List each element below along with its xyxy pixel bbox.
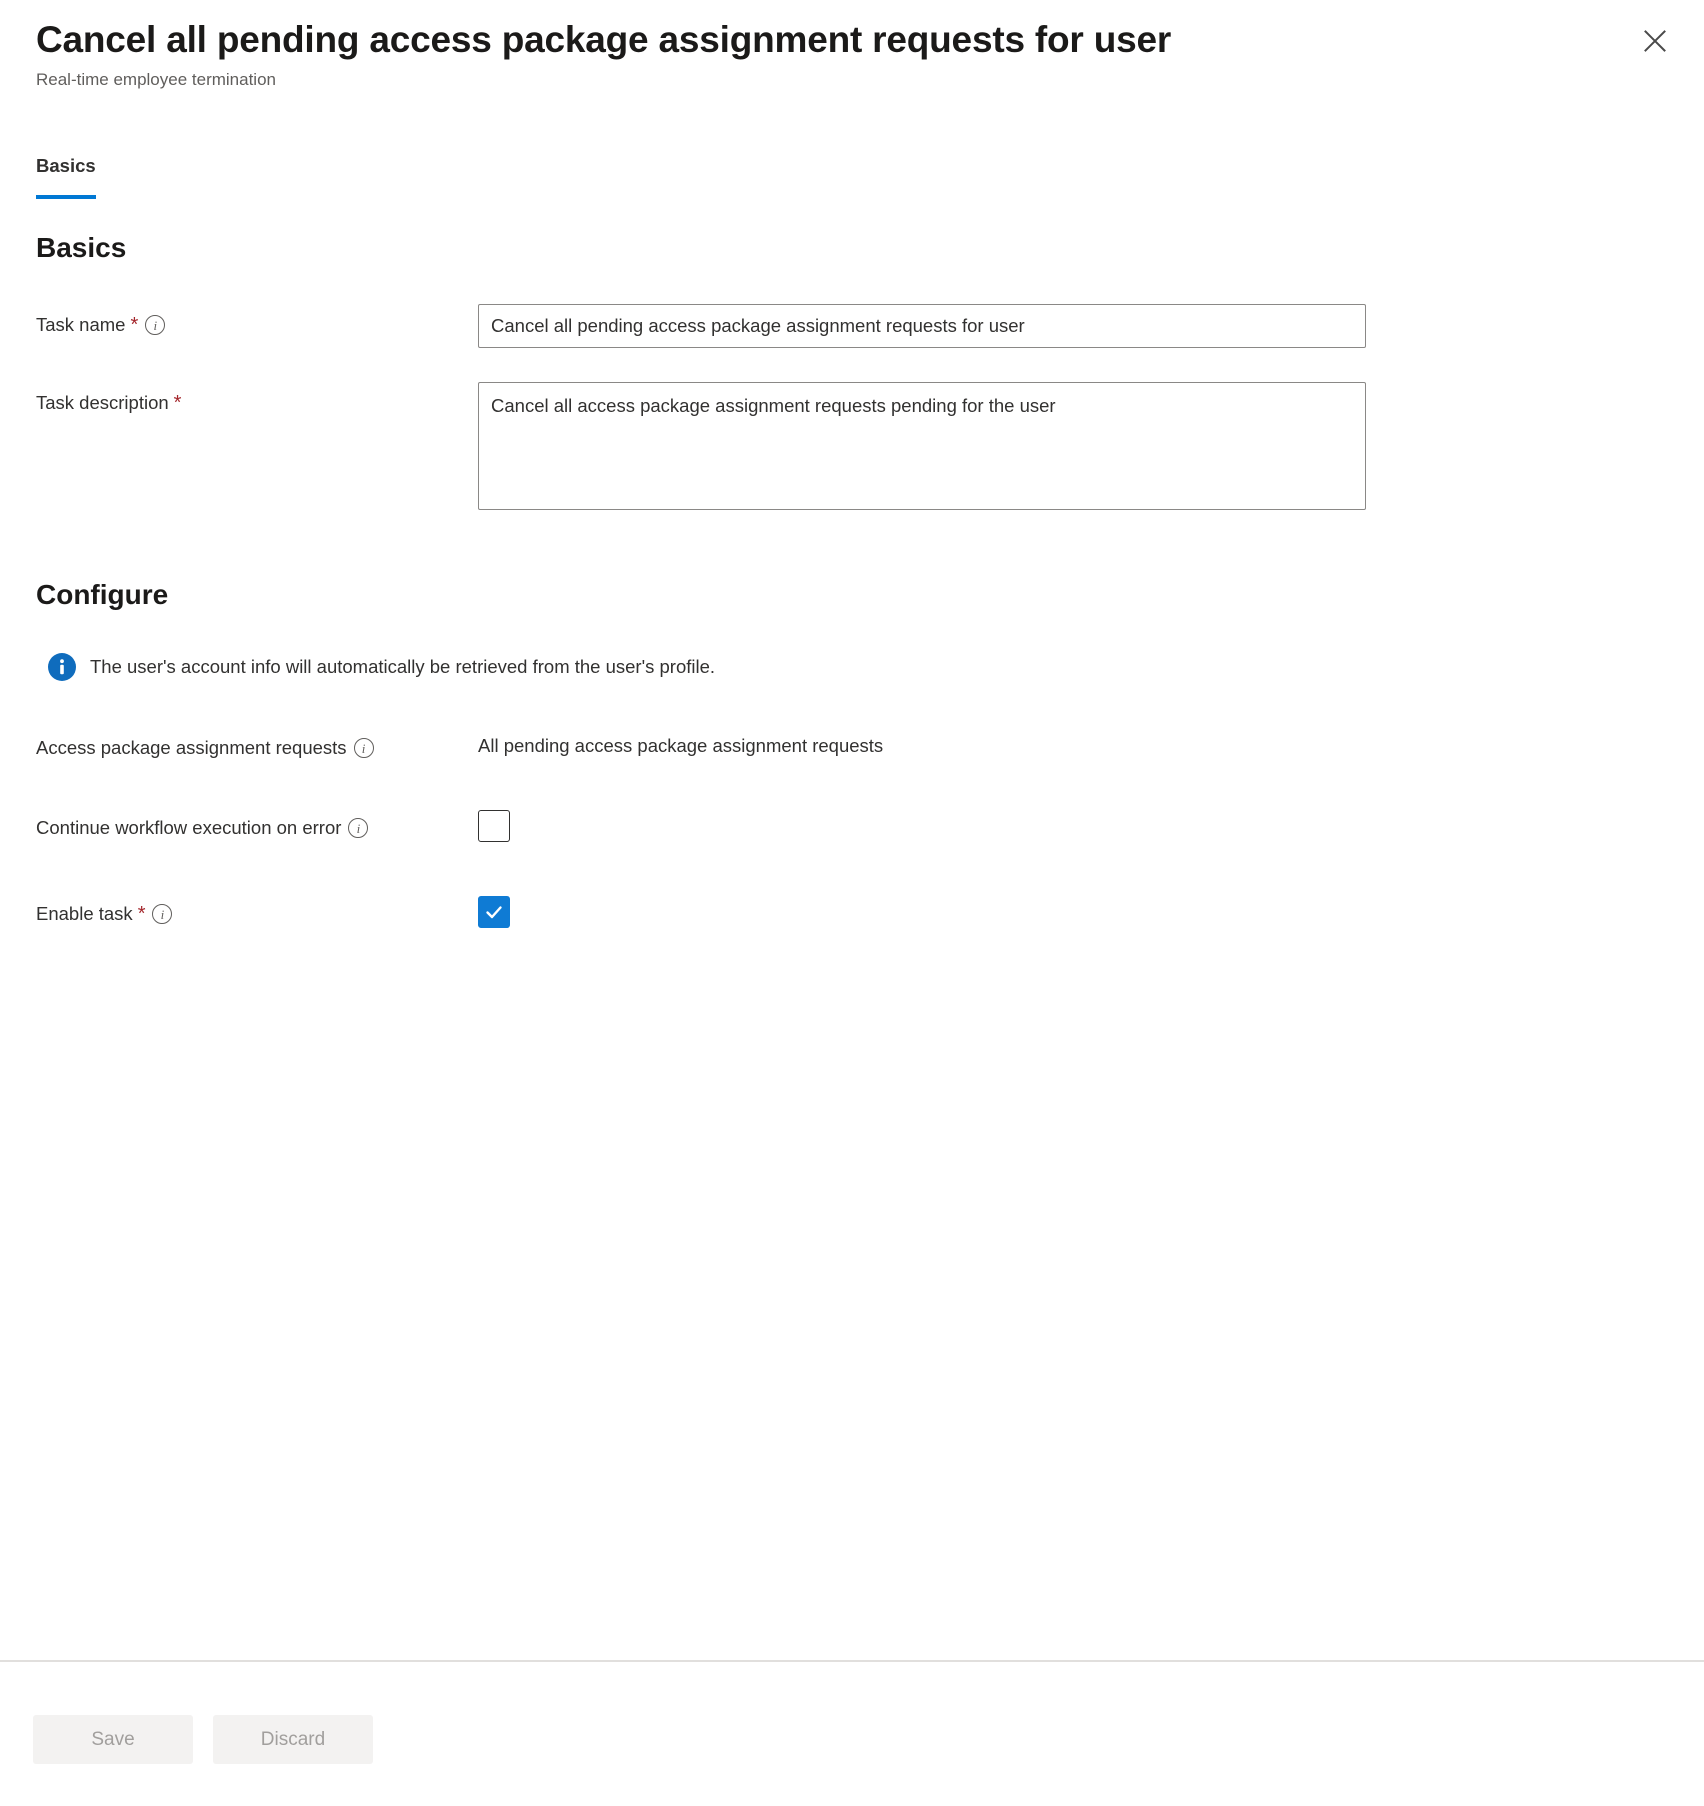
task-description-label: Task description * [36, 382, 478, 416]
enable-task-label: Enable task * i [36, 893, 478, 927]
required-asterisk: * [130, 314, 139, 336]
close-button[interactable] [1632, 18, 1678, 64]
info-message-text: The user's account info will automatical… [90, 656, 716, 677]
continue-on-error-label-text: Continue workflow execution on error [36, 817, 342, 838]
info-filled-icon [48, 653, 76, 681]
continue-on-error-label: Continue workflow execution on error i [36, 807, 478, 841]
close-icon [1641, 27, 1669, 55]
continue-on-error-control [478, 807, 1668, 847]
task-description-label-text: Task description [36, 392, 169, 413]
panel-subtitle: Real-time employee termination [36, 70, 276, 90]
task-description-control [478, 382, 1668, 515]
field-row-access-package-requests: Access package assignment requests i All… [36, 727, 1668, 761]
field-row-enable-task: Enable task * i [36, 893, 1668, 928]
info-outline-icon[interactable]: i [353, 738, 374, 758]
enable-task-checkbox[interactable] [478, 896, 510, 928]
panel-footer: Save Discard [0, 1660, 1704, 1806]
tab-basics[interactable]: Basics [36, 155, 96, 199]
access-package-requests-label: Access package assignment requests i [36, 727, 478, 761]
access-package-requests-label-text: Access package assignment requests [36, 737, 347, 758]
section-heading-configure: Configure [36, 579, 169, 610]
info-outline-icon[interactable]: i [152, 904, 173, 924]
info-outline-icon[interactable]: i [348, 818, 369, 838]
task-name-label-text: Task name [36, 314, 126, 335]
save-button[interactable]: Save [33, 1715, 193, 1764]
field-row-task-name: Task name * i [36, 304, 1668, 348]
field-row-continue-on-error: Continue workflow execution on error i [36, 807, 1668, 847]
required-asterisk: * [173, 392, 182, 414]
required-asterisk: * [137, 903, 146, 925]
tab-list: Basics [36, 155, 96, 199]
task-name-input[interactable] [478, 304, 1366, 348]
field-row-task-description: Task description * [36, 382, 1668, 515]
task-description-textarea[interactable] [478, 382, 1366, 510]
enable-task-label-text: Enable task [36, 903, 133, 924]
continue-on-error-checkbox[interactable] [478, 810, 510, 842]
task-name-control [478, 304, 1668, 348]
discard-button[interactable]: Discard [213, 1715, 373, 1764]
page-title: Cancel all pending access package assign… [36, 19, 1172, 60]
info-message: The user's account info will automatical… [48, 653, 1668, 681]
section-heading-basics: Basics [36, 232, 127, 263]
task-name-label: Task name * i [36, 304, 478, 338]
footer-actions: Save Discard [0, 1662, 1704, 1764]
tab-basics-label: Basics [36, 155, 96, 176]
cancel-pending-access-package-requests-panel: Cancel all pending access package assign… [0, 0, 1704, 1806]
access-package-requests-value: All pending access package assignment re… [478, 735, 884, 756]
access-package-requests-control: All pending access package assignment re… [478, 727, 1668, 757]
panel-header: Cancel all pending access package assign… [0, 0, 1704, 90]
info-outline-icon[interactable]: i [145, 315, 166, 335]
enable-task-control [478, 893, 1668, 928]
panel-content: Basics Task name * i Task description * … [0, 232, 1704, 928]
